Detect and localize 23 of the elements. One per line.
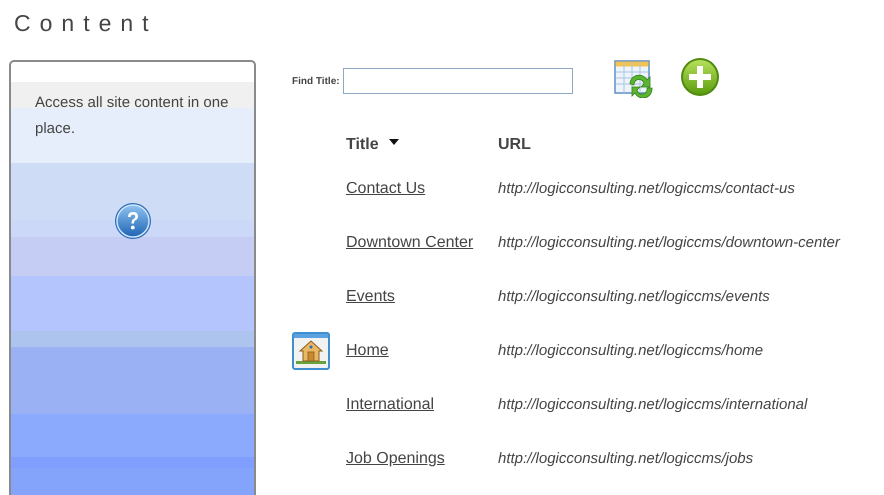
column-header[interactable]: URL (498, 133, 531, 157)
add-icon[interactable] (680, 57, 720, 97)
find-title-field[interactable] (342, 68, 573, 94)
column-header[interactable]: Title (346, 133, 379, 157)
table-refresh-icon[interactable] (614, 60, 654, 98)
page-title: Content (14, 9, 158, 38)
page-title-link[interactable]: International (346, 393, 498, 417)
page-title-link[interactable]: Contact Us (346, 177, 498, 201)
page-title-link[interactable]: Downtown Center (346, 231, 498, 255)
sort-down-icon[interactable] (388, 139, 399, 145)
page-url: http://logicconsulting.net/logiccms/jobs (498, 448, 754, 469)
page-url: http://logicconsulting.net/logiccms/international (498, 394, 808, 415)
page-title-link[interactable]: Job Openings (346, 447, 498, 471)
help-text: Access all site content in one place. (34, 93, 230, 139)
page-url: http://logicconsulting.net/logiccms/downtown-center (498, 232, 840, 253)
page-url: http://logicconsulting.net/logiccms/home (498, 340, 764, 361)
page-url: http://logicconsulting.net/logiccms/contact-us (498, 178, 795, 199)
page-title-link[interactable]: Events (346, 285, 498, 309)
page-url: http://logicconsulting.net/logiccms/events (498, 286, 770, 307)
page-title-link[interactable]: Home (346, 339, 498, 363)
find-title-label: Find Title: (292, 74, 340, 88)
help-icon[interactable] (114, 202, 152, 240)
home-page-icon (292, 332, 330, 370)
